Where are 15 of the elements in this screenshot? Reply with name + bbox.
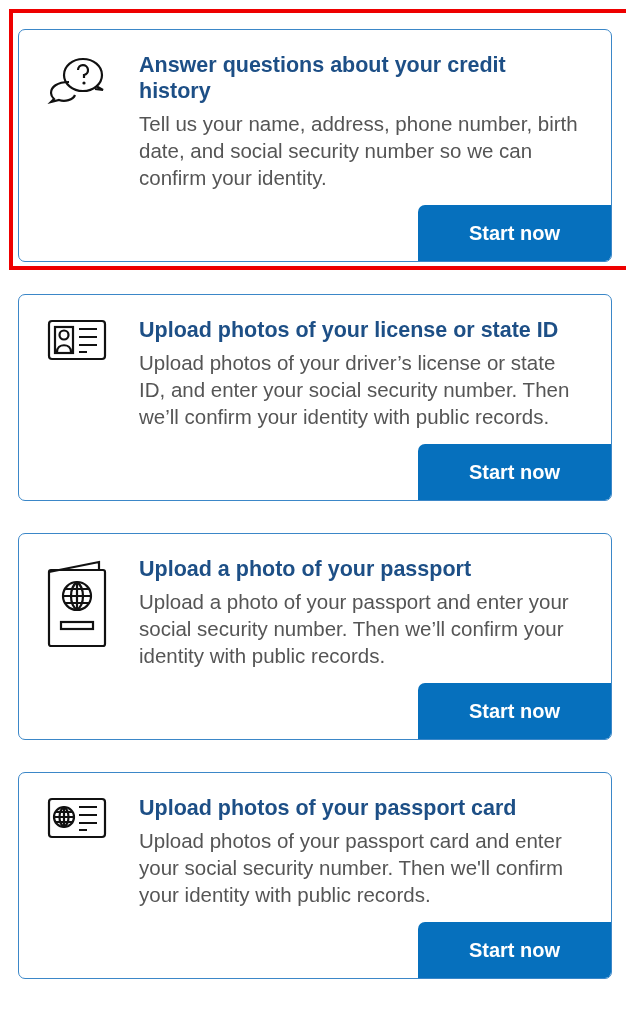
start-now-button[interactable]: Start now (418, 205, 611, 261)
id-card-icon (47, 319, 107, 361)
option-description: Tell us your name, address, phone number, birth date, and social security number so we can confirm your identity. (139, 111, 579, 191)
passport-card-icon (47, 797, 107, 839)
option-title: Answer questions about your credit history (139, 52, 507, 104)
option-title: Upload a photo of your passport (139, 556, 473, 582)
option-title: Upload photos of your license or state ID (139, 317, 560, 343)
option-description: Upload photos of your driver’s license or state ID, and enter your social security number. Then we’ll confirm your identity with public records. (139, 350, 571, 430)
passport-icon (47, 558, 107, 650)
start-now-button[interactable]: Start now (418, 444, 611, 500)
option-description: Upload photos of your passport card and enter your social security number. Then we'll confirm your identity with public records. (139, 828, 564, 908)
option-title: Upload photos of your passport card (139, 795, 518, 821)
start-now-button[interactable]: Start now (418, 922, 611, 978)
start-now-button[interactable]: Start now (418, 683, 611, 739)
option-description: Upload a photo of your passport and enter your social security number. Then we’ll confirm your identity with public records. (139, 589, 570, 669)
